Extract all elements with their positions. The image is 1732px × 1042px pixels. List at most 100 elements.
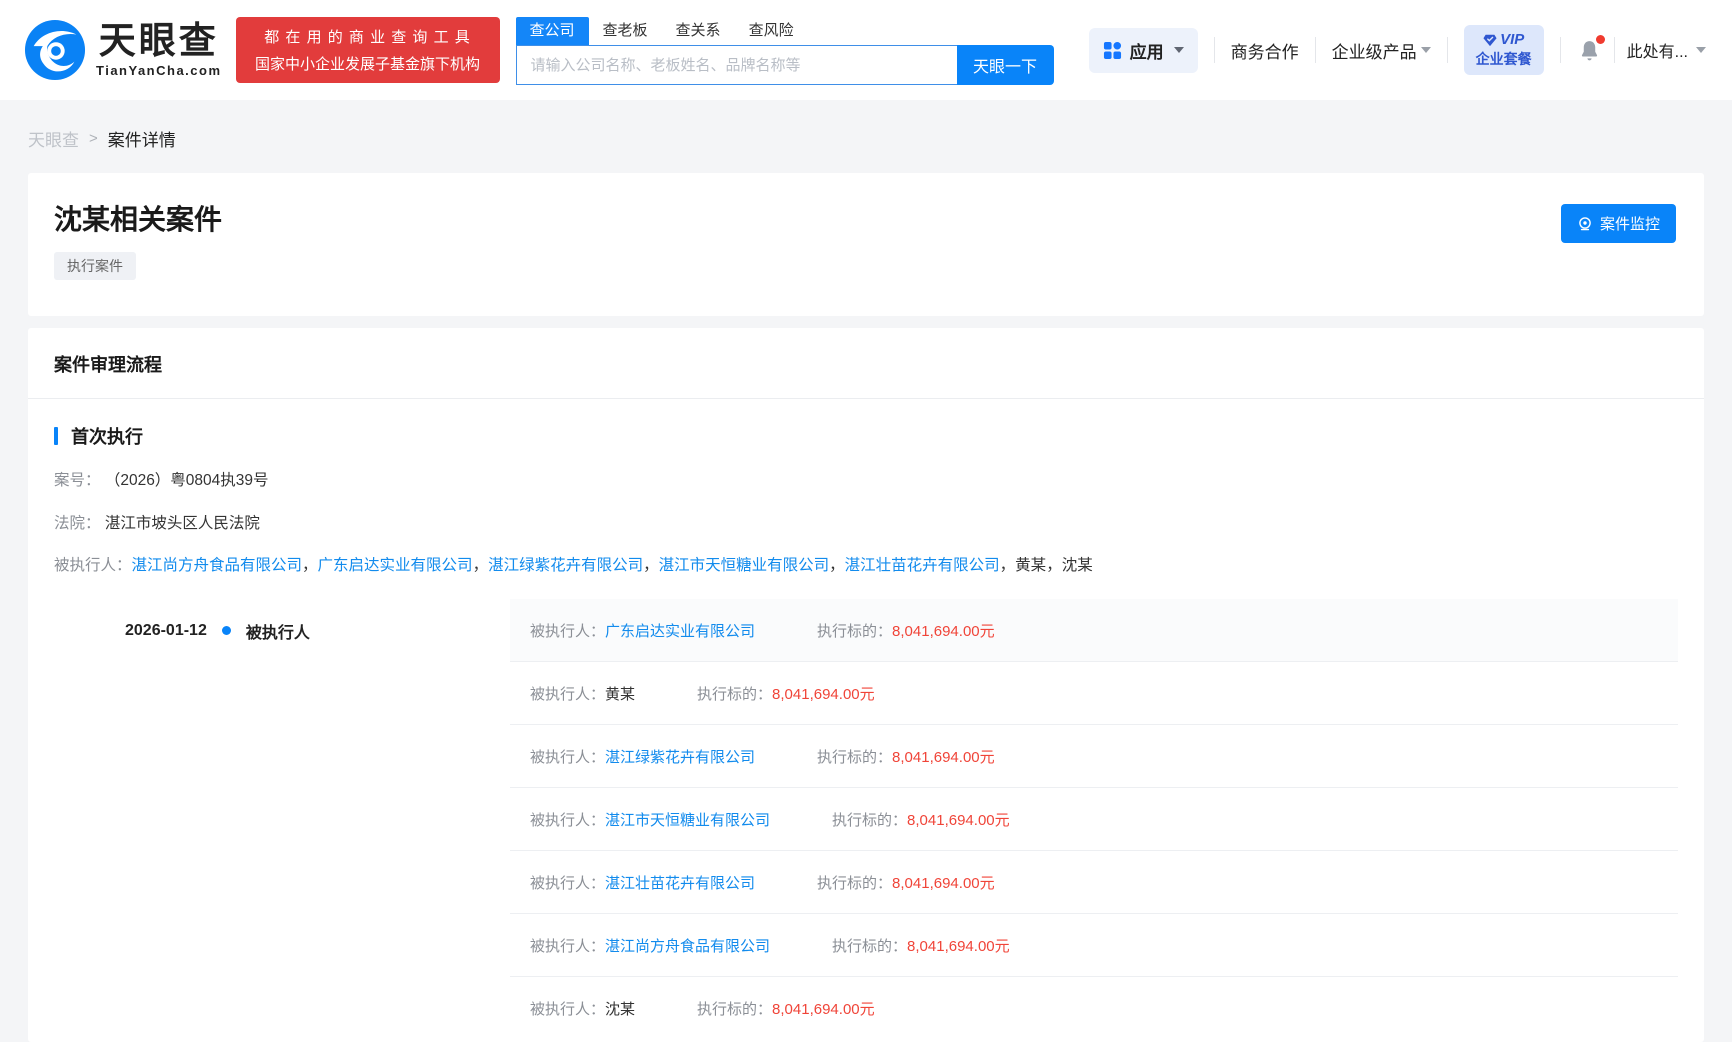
nav-divider — [1315, 37, 1316, 63]
case-title-card: 沈某相关案件 执行案件 案件监控 — [28, 173, 1704, 316]
tab-search-risk[interactable]: 查风险 — [735, 17, 808, 45]
list-separator: ， — [473, 557, 489, 574]
nav-divider — [1214, 37, 1215, 63]
case-number-value: （2026）粤0804执39号 — [105, 472, 269, 489]
tab-search-company[interactable]: 查公司 — [516, 17, 589, 45]
timeline-date: 2026-01-12 — [125, 622, 207, 640]
timeline-rows: 被执行人：广东启达实业有限公司执行标的：8,041,694.00元被执行人：黄某… — [510, 599, 1678, 1040]
executee-company-link[interactable]: 湛江尚方舟食品有限公司 — [132, 557, 303, 574]
vip-top-row: VIP — [1483, 31, 1524, 48]
tab-search-boss[interactable]: 查老板 — [589, 17, 662, 45]
tianyancha-logo[interactable]: 天眼查 TianYanCha.com — [24, 19, 222, 81]
nav-divider — [1447, 37, 1448, 63]
row-executee-label: 被执行人： — [530, 683, 605, 704]
case-monitor-button[interactable]: 案件监控 — [1561, 204, 1676, 243]
row-executee-label: 被执行人： — [530, 872, 605, 893]
list-separator: ， — [1000, 557, 1016, 574]
apps-grid-icon — [1103, 41, 1122, 60]
row-executee-label: 被执行人： — [530, 935, 605, 956]
vip-subtitle: 企业套餐 — [1476, 49, 1532, 69]
header-nav: 应用 商务合作 企业级产品 VIP 企业套餐 — [1089, 25, 1706, 75]
case-number-label: 案号： — [54, 472, 101, 489]
court-value: 湛江市坡头区人民法院 — [105, 515, 260, 532]
nav-enterprise-products-label: 企业级产品 — [1332, 38, 1417, 63]
nav-divider — [1560, 37, 1561, 63]
executee-person-name: 沈某 — [605, 998, 635, 1019]
executee-company-link[interactable]: 广东启达实业有限公司 — [605, 620, 755, 641]
executee-row: 被执行人：广东启达实业有限公司 执行标的：8,041,694.00元 — [510, 599, 1678, 662]
executee-company-link[interactable]: 湛江绿紫花卉有限公司 — [488, 557, 643, 574]
execution-target-label: 执行标的： — [832, 935, 907, 956]
breadcrumb-separator: > — [89, 130, 98, 147]
timeline-dot — [222, 626, 231, 635]
timeline-event-type: 被执行人 — [246, 619, 310, 643]
case-type-tag: 执行案件 — [54, 252, 136, 280]
breadcrumb-home-link[interactable]: 天眼查 — [28, 126, 79, 151]
executee-company-link[interactable]: 湛江壮苗花卉有限公司 — [605, 872, 755, 893]
execution-target-amount: 8,041,694.00元 — [907, 809, 1010, 830]
search-button[interactable]: 天眼一下 — [957, 45, 1054, 85]
executee-company-link[interactable]: 湛江尚方舟食品有限公司 — [605, 935, 770, 956]
execution-target-label: 执行标的： — [817, 620, 892, 641]
list-separator: ， — [1046, 557, 1062, 574]
monitor-camera-icon — [1577, 216, 1593, 232]
search-tabs: 查公司 查老板 查关系 查风险 — [516, 15, 1054, 45]
vip-package-button[interactable]: VIP 企业套餐 — [1464, 25, 1544, 75]
user-account-menu[interactable]: 此处有... — [1627, 38, 1706, 62]
executee-row: 被执行人：湛江市天恒糖业有限公司执行标的：8,041,694.00元 — [510, 788, 1678, 851]
execution-target-amount: 8,041,694.00元 — [772, 998, 875, 1019]
tab-search-relation[interactable]: 查关系 — [662, 17, 735, 45]
brand-name-en: TianYanCha.com — [96, 63, 222, 78]
executee-row: 被执行人：沈某 执行标的：8,041,694.00元 — [510, 977, 1678, 1040]
executee-row: 被执行人：黄某 执行标的：8,041,694.00元 — [510, 662, 1678, 725]
chevron-down-icon — [1696, 47, 1706, 53]
case-monitor-label: 案件监控 — [1600, 213, 1660, 234]
promo-banner[interactable]: 都 在 用 的 商 业 查 询 工 具 国家中小企业发展子基金旗下机构 — [236, 17, 500, 83]
execution-target-amount: 8,041,694.00元 — [907, 935, 1010, 956]
execution-target-label: 执行标的： — [817, 872, 892, 893]
search-bar: 天眼一下 — [516, 45, 1054, 85]
notification-badge-dot — [1596, 35, 1605, 44]
nav-business-cooperation[interactable]: 商务合作 — [1231, 38, 1299, 63]
executee-company-link[interactable]: 湛江绿紫花卉有限公司 — [605, 746, 755, 767]
notifications-bell-button[interactable] — [1577, 38, 1602, 63]
nav-divider — [1614, 37, 1615, 63]
executees-line: 被执行人：湛江尚方舟食品有限公司，广东启达实业有限公司，湛江绿紫花卉有限公司，湛… — [54, 555, 1678, 577]
executee-person-name: 沈某 — [1062, 557, 1093, 574]
search-module: 查公司 查老板 查关系 查风险 天眼一下 — [516, 15, 1054, 85]
apps-menu-button[interactable]: 应用 — [1089, 28, 1198, 73]
breadcrumb: 天眼查 > 案件详情 — [0, 100, 1732, 173]
row-executee-label: 被执行人： — [530, 998, 605, 1019]
row-executee-label: 被执行人： — [530, 620, 605, 641]
nav-enterprise-products[interactable]: 企业级产品 — [1332, 38, 1431, 63]
brand-name-cn: 天眼查 — [99, 22, 219, 59]
executee-company-link[interactable]: 湛江市天恒糖业有限公司 — [605, 809, 770, 830]
search-input[interactable] — [516, 45, 957, 85]
execution-target-amount: 8,041,694.00元 — [892, 872, 995, 893]
executee-person-name: 黄某 — [1015, 557, 1046, 574]
executee-company-link[interactable]: 湛江壮苗花卉有限公司 — [845, 557, 1000, 574]
executee-row: 被执行人：湛江绿紫花卉有限公司执行标的：8,041,694.00元 — [510, 725, 1678, 788]
top-header: 天眼查 TianYanCha.com 都 在 用 的 商 业 查 询 工 具 国… — [0, 0, 1732, 100]
row-executee-label: 被执行人： — [530, 809, 605, 830]
apps-menu-label: 应用 — [1130, 38, 1164, 63]
stage-accent-bar — [54, 427, 58, 445]
execution-target-label: 执行标的： — [697, 683, 772, 704]
row-executee-label: 被执行人： — [530, 746, 605, 767]
stage-title-row: 首次执行 — [54, 423, 1678, 449]
execution-target-label: 执行标的： — [697, 998, 772, 1019]
executee-person-name: 黄某 — [605, 683, 635, 704]
executee-company-link[interactable]: 湛江市天恒糖业有限公司 — [659, 557, 830, 574]
executee-row: 被执行人：湛江壮苗花卉有限公司 执行标的：8,041,694.00元 — [510, 851, 1678, 914]
vip-diamond-icon — [1483, 33, 1497, 47]
promo-line1: 都 在 用 的 商 业 查 询 工 具 — [264, 26, 471, 47]
case-timeline: 2026-01-12 被执行人 被执行人：广东启达实业有限公司执行标的：8,04… — [54, 599, 1678, 1040]
page-title: 沈某相关案件 — [54, 203, 1678, 237]
breadcrumb-current: 案件详情 — [108, 126, 176, 151]
execution-target-amount: 8,041,694.00元 — [892, 620, 995, 641]
executee-company-link[interactable]: 广东启达实业有限公司 — [318, 557, 473, 574]
user-account-label: 此处有... — [1627, 38, 1688, 62]
execution-target-amount: 8,041,694.00元 — [772, 683, 875, 704]
tianyancha-logo-icon — [24, 19, 86, 81]
vip-word: VIP — [1500, 31, 1524, 48]
